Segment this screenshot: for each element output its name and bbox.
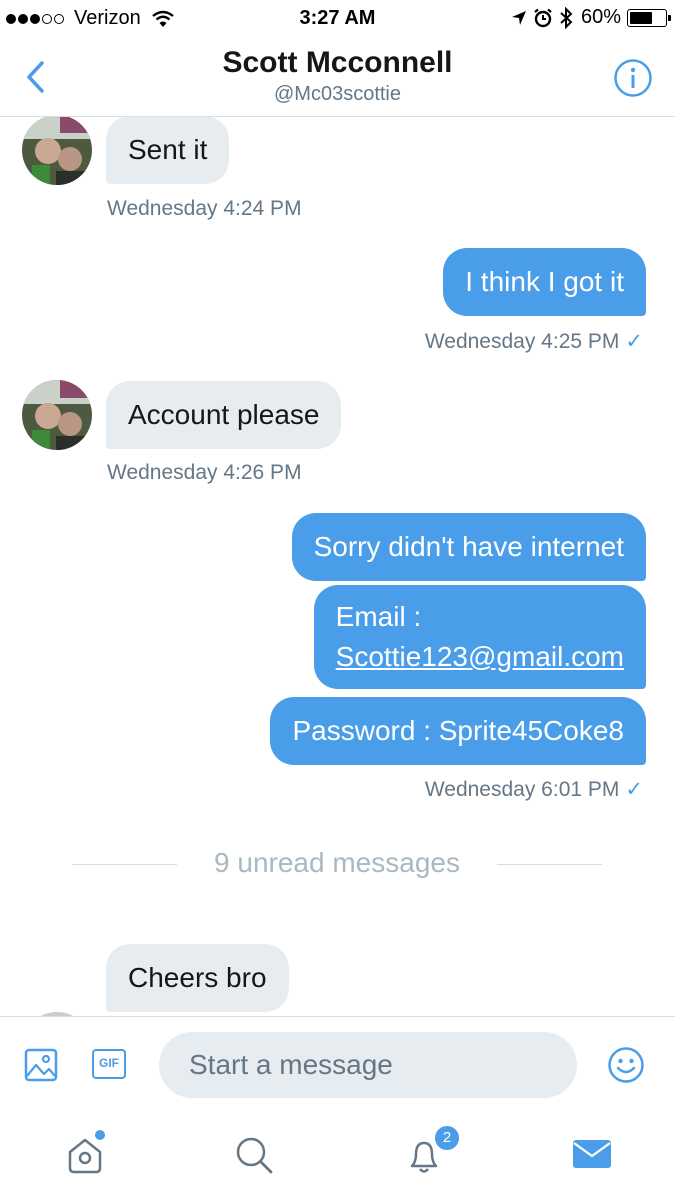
unread-label: 9 unread messages — [214, 847, 460, 878]
message-bubble-outgoing[interactable]: Email : Scottie123@gmail.com — [313, 585, 646, 689]
battery-icon — [627, 8, 671, 27]
home-unread-dot-icon — [95, 1130, 105, 1140]
bluetooth-icon — [560, 6, 573, 29]
emoji-icon[interactable] — [607, 1046, 645, 1084]
message-bubble-incoming[interactable]: Sent it — [106, 117, 230, 184]
status-bar: Verizon 3:27 AM 60% — [0, 0, 675, 38]
message-bubble-outgoing[interactable]: Sorry didn't have internet — [291, 513, 646, 581]
gif-icon[interactable]: GIF — [92, 1049, 126, 1079]
battery-percent: 60% — [580, 6, 621, 28]
checkmark-icon: ✓ — [625, 778, 643, 801]
mail-icon[interactable] — [572, 1134, 612, 1174]
email-link[interactable]: Scottie123@gmail.com — [336, 637, 624, 677]
home-icon[interactable] — [64, 1134, 106, 1176]
message-input[interactable] — [159, 1032, 577, 1098]
message-bubble-incoming[interactable]: Cheers bro — [106, 944, 289, 1012]
alarm-icon — [534, 8, 552, 27]
tab-bar: 2 — [0, 1112, 675, 1200]
message-timestamp: Wednesday 4:24 PM — [107, 197, 302, 220]
message-timestamp: Wednesday 4:26 PM — [107, 461, 302, 484]
conversation-header: Scott Mcconnell @Mc03scottie — [0, 38, 675, 117]
message-timestamp-row: Wednesday 6:01 PM ✓ — [425, 777, 643, 802]
message-composer: GIF — [0, 1016, 675, 1113]
checkmark-icon: ✓ — [625, 330, 643, 353]
notifications-badge: 2 — [433, 1124, 461, 1152]
message-bubble-outgoing[interactable]: I think I got it — [443, 248, 646, 316]
unread-divider: 9 unread messages — [72, 847, 602, 878]
info-icon[interactable] — [613, 58, 653, 98]
contact-name: Scott Mcconnell — [222, 46, 453, 79]
message-timestamp-row: Wednesday 4:25 PM ✓ — [425, 329, 643, 354]
avatar[interactable] — [22, 117, 92, 185]
message-bubble-incoming[interactable]: Account please — [106, 381, 342, 449]
search-icon[interactable] — [233, 1134, 275, 1176]
image-icon[interactable] — [24, 1048, 58, 1082]
location-arrow-icon — [511, 10, 526, 25]
avatar[interactable] — [22, 380, 92, 450]
message-bubble-outgoing[interactable]: Password : Sprite45Coke8 — [270, 697, 646, 765]
message-timestamp: Wednesday 6:01 PM — [424, 778, 620, 801]
contact-handle: @Mc03scottie — [273, 83, 401, 105]
message-thread[interactable]: Sent it Wednesday 4:24 PM I think I got … — [0, 117, 675, 1017]
message-timestamp: Wednesday 4:25 PM — [424, 330, 620, 353]
email-label: Email : — [335, 601, 422, 632]
